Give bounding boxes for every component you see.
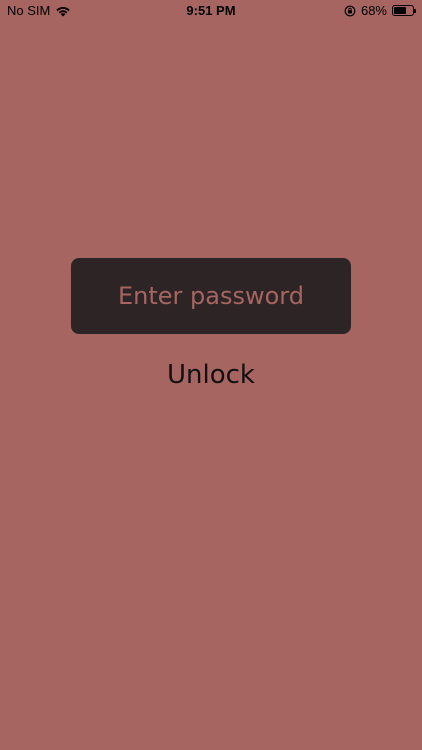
battery-icon (392, 5, 416, 16)
status-right: 68% (344, 3, 416, 18)
rotation-lock-icon (344, 5, 356, 17)
unlock-button[interactable]: Unlock (0, 360, 422, 390)
password-input[interactable] (71, 258, 351, 334)
battery-fill (394, 7, 407, 14)
status-bar: No SIM 9:51 PM 68% (0, 0, 422, 22)
password-field[interactable] (71, 258, 351, 334)
battery-percent: 68% (360, 3, 387, 18)
